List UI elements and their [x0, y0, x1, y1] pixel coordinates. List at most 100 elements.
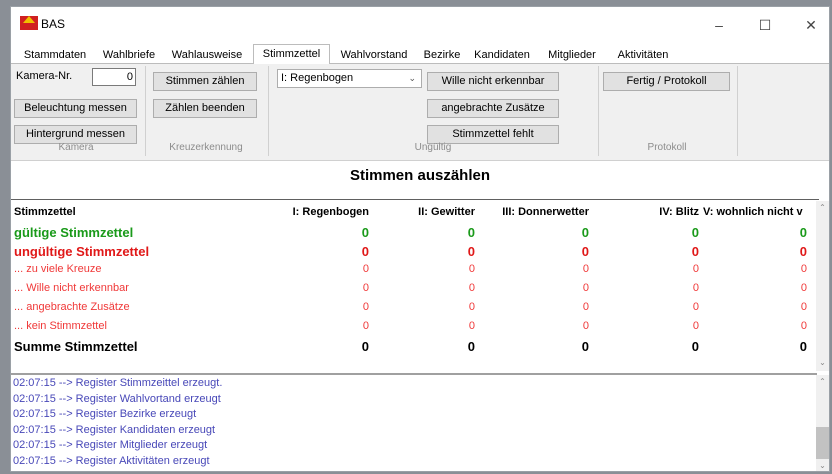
tab-bar: Stammdaten Wahlbriefe Wahlausweise Stimm…	[11, 44, 829, 64]
count-votes-button[interactable]: Stimmen zählen	[153, 72, 257, 91]
log-entry: 02:07:15 --> Register Kandidaten erzeugt	[13, 423, 216, 436]
row-label: ... kein Stimmzettel	[14, 320, 107, 332]
table-cell: 0	[467, 225, 475, 240]
row-label: ... angebrachte Zusätze	[14, 301, 130, 313]
party-select-value: I: Regenbogen	[281, 72, 354, 84]
table-cell: 0	[799, 225, 807, 240]
table-cell: 0	[581, 225, 589, 240]
row-label: gültige Stimmzettel	[14, 225, 134, 240]
table-cell: 0	[799, 244, 807, 259]
table-row[interactable]: ... angebrachte Zusätze 0 0 0 0 0	[11, 299, 817, 318]
title-bar: BAS – ☐ ✕	[11, 7, 829, 43]
results-table: Stimmzettel I: Regenbogen II: Gewitter I…	[11, 201, 817, 371]
table-cell: 0	[800, 301, 807, 313]
table-cell: 0	[361, 339, 369, 354]
table-cell: 0	[692, 282, 699, 294]
table-cell: 0	[582, 301, 589, 313]
log-entry: 02:07:15 --> Register Bezirke erzeugt	[13, 408, 197, 420]
protocol-group-label: Protokoll	[647, 142, 687, 153]
table-cell: 0	[692, 263, 699, 275]
camera-group-label: Kamera	[58, 142, 94, 153]
column-header-donnerwetter: III: Donnerwetter	[502, 206, 589, 218]
divider	[11, 199, 819, 200]
column-header-blitz: IV: Blitz	[659, 206, 699, 218]
table-cell: 0	[362, 263, 369, 275]
scroll-up-icon[interactable]: ⌃	[816, 377, 829, 386]
row-label: ... zu viele Kreuze	[14, 263, 102, 275]
table-row[interactable]: ungültige Stimmzettel 0 0 0 0 0	[11, 242, 817, 261]
row-label: ... Wille nicht erkennbar	[14, 282, 129, 294]
row-label: Summe Stimmzettel	[14, 339, 138, 354]
table-row[interactable]: ... kein Stimmzettel 0 0 0 0 0	[11, 318, 817, 337]
table-header: Stimmzettel I: Regenbogen II: Gewitter I…	[11, 201, 817, 223]
log-panel: 02:07:15 --> Register Stimmzeittel erzeu…	[11, 373, 817, 471]
table-cell: 0	[582, 320, 589, 332]
tab-stimmzettel[interactable]: Stimmzettel	[253, 44, 330, 64]
intent-unclear-button[interactable]: Wille nicht erkennbar	[427, 72, 559, 91]
table-row[interactable]: Summe Stimmzettel 0 0 0 0 0	[11, 337, 817, 356]
table-scrollbar[interactable]: ⌃ ⌄	[816, 201, 829, 371]
log-entry: 02:07:15 --> Register Stimmzeittel erzeu…	[13, 377, 223, 389]
table-cell: 0	[468, 320, 475, 332]
scrollbar-thumb[interactable]	[816, 427, 829, 459]
column-header-gewitter: II: Gewitter	[418, 206, 475, 218]
invalid-group-label: Ungültig	[414, 142, 452, 153]
log-entry: 02:07:15 --> Register Aktivitäten erzeug…	[13, 454, 210, 467]
table-cell: 0	[691, 225, 699, 240]
table-row[interactable]: ... Wille nicht erkennbar 0 0 0 0 0	[11, 280, 817, 299]
party-select[interactable]: I: Regenbogen ⌄	[277, 69, 422, 88]
ribbon-panel: Kamera-Nr. 0 Beleuchtung messen Hintergr…	[11, 63, 829, 161]
tab-kandidaten[interactable]: Kandidaten	[467, 47, 537, 63]
table-cell: 0	[581, 244, 589, 259]
tab-mitglieder[interactable]: Mitglieder	[541, 47, 603, 63]
table-cell: 0	[361, 244, 369, 259]
table-cell: 0	[800, 320, 807, 332]
column-header-ballot: Stimmzettel	[14, 206, 76, 218]
minimize-button[interactable]: –	[699, 11, 739, 39]
camera-nr-input[interactable]: 0	[92, 68, 136, 86]
table-cell: 0	[691, 339, 699, 354]
table-cell: 0	[468, 282, 475, 294]
table-cell: 0	[692, 320, 699, 332]
log-scrollbar[interactable]: ⌃ ⌄	[816, 375, 829, 471]
close-button[interactable]: ✕	[791, 11, 829, 39]
camera-nr-label: Kamera-Nr.	[16, 70, 73, 82]
tab-wahlvorstand[interactable]: Wahlvorstand	[332, 47, 416, 63]
chevron-down-icon: ⌄	[408, 73, 416, 83]
column-header-wohnlich: V: wohnlich nicht v	[703, 206, 803, 218]
cross-detection-group-label: Kreuzerkennung	[169, 142, 243, 153]
table-cell: 0	[362, 282, 369, 294]
table-cell: 0	[691, 244, 699, 259]
table-cell: 0	[581, 339, 589, 354]
tab-bezirke[interactable]: Bezirke	[419, 47, 465, 63]
tab-wahlausweise[interactable]: Wahlausweise	[165, 47, 249, 63]
measure-light-button[interactable]: Beleuchtung messen	[14, 99, 137, 118]
table-cell: 0	[361, 225, 369, 240]
tab-wahlbriefe[interactable]: Wahlbriefe	[96, 47, 162, 63]
tab-stammdaten[interactable]: Stammdaten	[17, 47, 93, 63]
table-cell: 0	[582, 263, 589, 275]
row-label: ungültige Stimmzettel	[14, 244, 150, 259]
scroll-down-icon[interactable]: ⌄	[816, 358, 829, 367]
group-divider	[737, 66, 738, 156]
table-cell: 0	[467, 339, 475, 354]
scroll-down-icon[interactable]: ⌄	[816, 461, 829, 470]
finish-protocol-button[interactable]: Fertig / Protokoll	[603, 72, 730, 91]
scroll-up-icon[interactable]: ⌃	[816, 203, 829, 212]
table-cell: 0	[692, 301, 699, 313]
column-header-regenbogen: I: Regenbogen	[292, 206, 369, 218]
table-cell: 0	[467, 244, 475, 259]
window-title: BAS	[41, 17, 66, 31]
table-cell: 0	[582, 282, 589, 294]
table-cell: 0	[362, 301, 369, 313]
table-cell: 0	[468, 301, 475, 313]
table-row[interactable]: gültige Stimmzettel 0 0 0 0 0	[11, 223, 817, 242]
additions-button[interactable]: angebrachte Zusätze	[427, 99, 559, 118]
table-row[interactable]: ... zu viele Kreuze 0 0 0 0 0	[11, 261, 817, 280]
table-cell: 0	[362, 320, 369, 332]
maximize-button[interactable]: ☐	[745, 11, 785, 39]
tab-aktivitaeten[interactable]: Aktivitäten	[607, 47, 679, 63]
app-logo-icon	[20, 16, 38, 30]
table-cell: 0	[799, 339, 807, 354]
stop-counting-button[interactable]: Zählen beenden	[153, 99, 257, 118]
